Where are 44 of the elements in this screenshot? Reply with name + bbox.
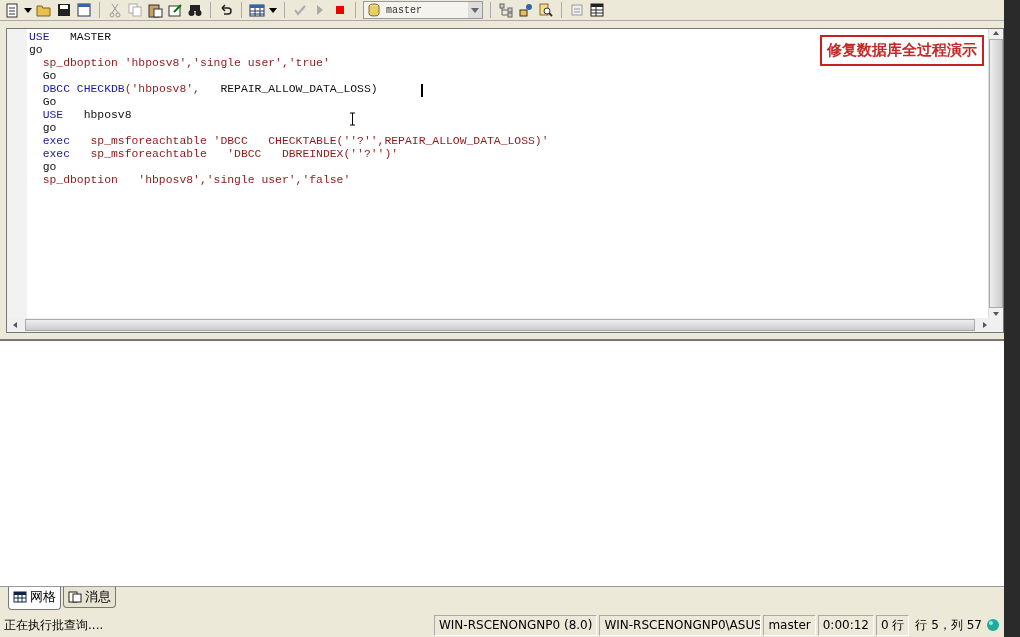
code-line: sp_dboption 'hbposv8','single user','false': [41, 174, 351, 187]
code-line: DBCC CHECKDB('hbposv8', REPAIR_ALLOW_DATA_LOSS): [41, 83, 378, 96]
result-tab[interactable]: 网格: [8, 587, 61, 610]
grid-icon: [13, 591, 27, 603]
text-cursor-icon: [349, 112, 356, 126]
elapsed-time: 0:00:12: [817, 614, 874, 636]
save-icon[interactable]: [56, 2, 72, 18]
code-line: exec sp_msforeachtable 'DBCC DBREINDEX(''?'')': [41, 148, 399, 161]
scroll-up-icon[interactable]: [992, 29, 1000, 37]
globe-icon: [986, 618, 1000, 632]
status-message: 正在执行批查询....: [3, 616, 105, 634]
scroll-left-icon[interactable]: [11, 321, 19, 329]
grid-icon[interactable]: [249, 2, 265, 18]
clipboard-icon[interactable]: [147, 2, 163, 18]
code-line: go: [41, 122, 57, 135]
tree-icon[interactable]: [498, 2, 514, 18]
result-tab[interactable]: 消息: [63, 587, 116, 608]
code-line: go: [41, 161, 57, 174]
objects-icon[interactable]: [518, 2, 534, 18]
horizontal-scrollbar[interactable]: [7, 318, 1003, 332]
scroll-right-icon[interactable]: [981, 321, 989, 329]
undo-icon[interactable]: [218, 2, 234, 18]
code-line: Go: [41, 70, 57, 83]
code-line: Go: [41, 96, 57, 109]
binoculars-icon[interactable]: [187, 2, 203, 18]
code-line: USE hbposv8: [41, 109, 132, 122]
database-icon: [366, 2, 382, 18]
vertical-scrollbar[interactable]: [988, 29, 1003, 318]
database-dropdown[interactable]: master: [363, 1, 483, 19]
search-icon[interactable]: [538, 2, 554, 18]
document-icon: [68, 591, 82, 603]
cursor-position: 行 5，列 57: [914, 616, 983, 634]
database-status: master: [763, 614, 816, 636]
server-status: WIN-RSCENONGNP0 (8.0): [433, 614, 598, 636]
code-line: exec sp_msforeachtable 'DBCC CHECKTABLE(''?'',REPAIR_ALLOW_DATA_LOSS)': [41, 135, 549, 148]
edit-icon[interactable]: [167, 2, 183, 18]
code-line: sp_dboption 'hbposv8','single user','true': [41, 57, 330, 70]
code-line: USE MASTER: [29, 31, 112, 44]
user-status: WIN-RSCENONGNP0\ASUS: [599, 614, 762, 636]
code-line: go: [29, 44, 43, 57]
caption-label: 修复数据库全过程演示: [820, 35, 984, 66]
row-count: 0 行: [876, 614, 910, 636]
window-icon[interactable]: [76, 2, 92, 18]
table-icon[interactable]: [589, 2, 605, 18]
